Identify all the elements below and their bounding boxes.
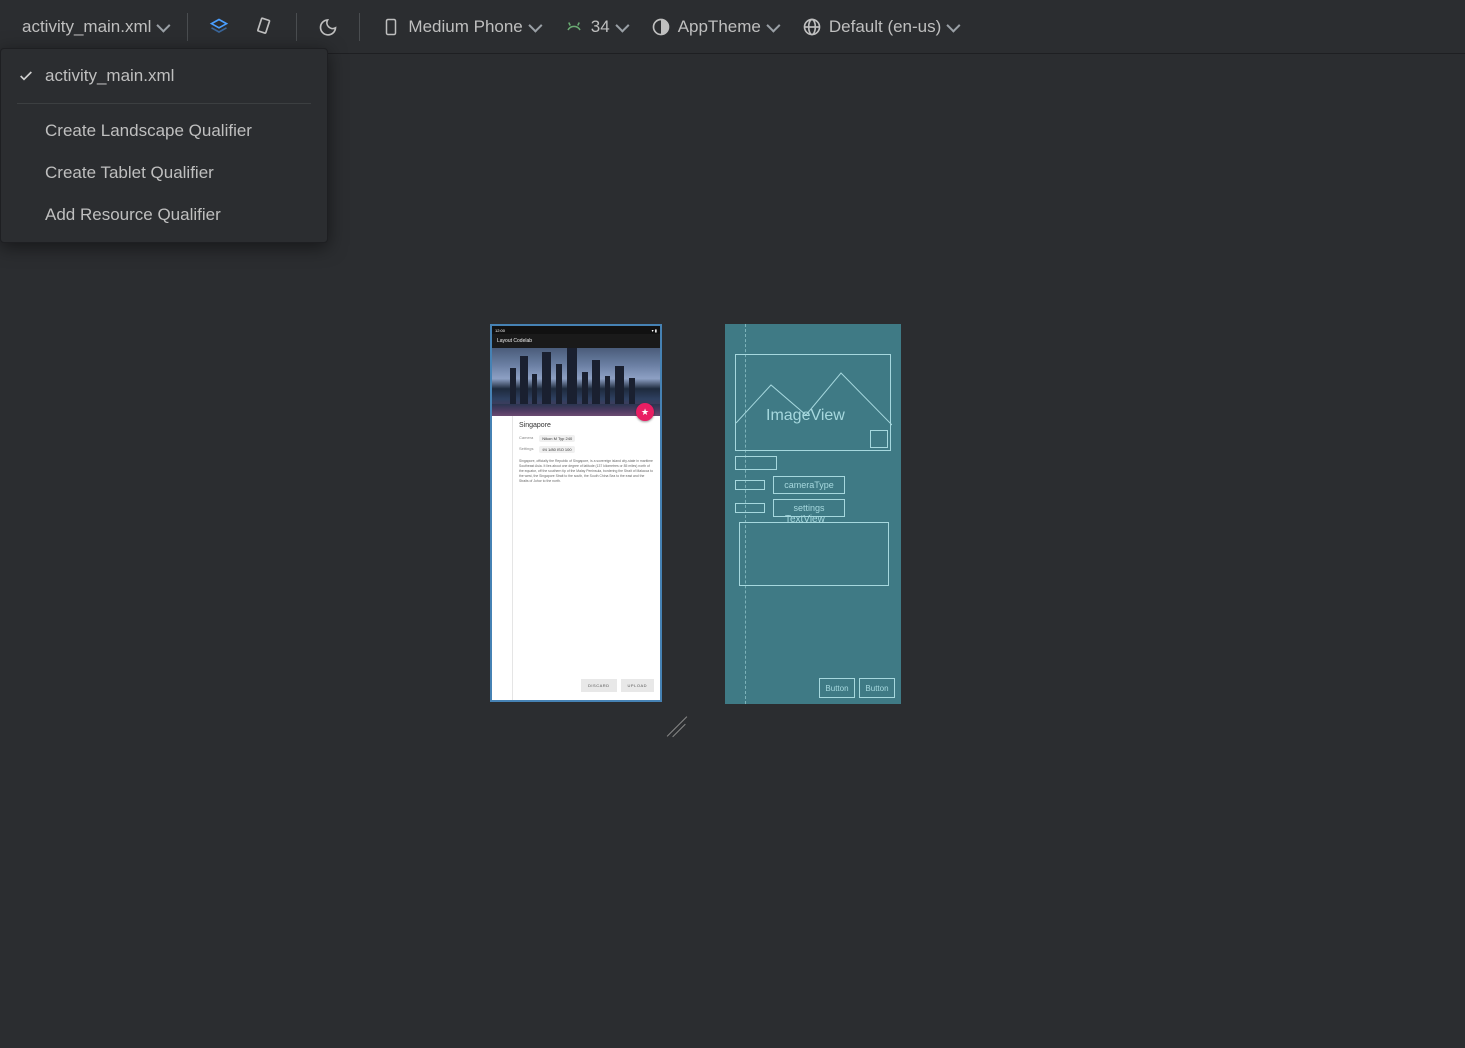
bp-corner-marker xyxy=(870,430,888,448)
bp-textview[interactable] xyxy=(739,522,889,586)
settings-label: Settings xyxy=(519,446,533,453)
device-selector[interactable]: Medium Phone xyxy=(370,9,548,45)
button-row: DISCARD UPLOAD xyxy=(581,679,654,692)
upload-button[interactable]: UPLOAD xyxy=(621,679,654,692)
app-bar: Layout Codelab xyxy=(492,334,660,348)
phone-icon xyxy=(380,16,402,38)
dropdown-item-tablet[interactable]: Create Tablet Qualifier xyxy=(1,152,327,194)
device-label: Medium Phone xyxy=(408,17,522,37)
title-text: Singapore xyxy=(519,422,654,429)
file-config-dropdown: activity_main.xml Create Landscape Quali… xyxy=(0,48,328,243)
api-label: 34 xyxy=(591,17,610,37)
check-icon xyxy=(17,68,35,84)
separator xyxy=(296,13,297,41)
status-time: 12:00 xyxy=(495,328,505,333)
rotate-icon xyxy=(254,16,276,38)
chevron-down-icon xyxy=(615,18,629,32)
api-selector[interactable]: 34 xyxy=(553,9,636,45)
status-icons: ▾ ▮ xyxy=(652,328,657,333)
theme-label: AppTheme xyxy=(678,17,761,37)
night-mode-toggle[interactable] xyxy=(307,9,349,45)
theme-icon xyxy=(650,16,672,38)
bp-cameratype-label: cameraType xyxy=(784,480,834,490)
bp-settings-label-text: settings xyxy=(793,503,824,513)
file-config-selector[interactable]: activity_main.xml xyxy=(12,9,177,45)
chevron-down-icon xyxy=(528,18,542,32)
bp-camera-type[interactable]: cameraType xyxy=(773,476,845,494)
bp-imageview-label: ImageView xyxy=(766,407,845,425)
moon-icon xyxy=(317,16,339,38)
dropdown-label: Create Landscape Qualifier xyxy=(45,121,252,141)
android-icon xyxy=(563,16,585,38)
status-bar: 12:00 ▾ ▮ xyxy=(492,326,660,334)
dropdown-selected-label: activity_main.xml xyxy=(45,66,174,86)
locale-label: Default (en-us) xyxy=(829,17,941,37)
layers-icon xyxy=(208,16,230,38)
dropdown-item-current-file[interactable]: activity_main.xml xyxy=(1,55,327,97)
bp-button-right-label: Button xyxy=(865,684,888,693)
app-bar-title: Layout Codelab xyxy=(497,338,532,344)
camera-row: Camera Nikon M Typ 240 xyxy=(519,435,654,442)
chevron-down-icon xyxy=(947,18,961,32)
globe-icon xyxy=(801,16,823,38)
separator xyxy=(359,13,360,41)
device-preview[interactable]: 12:00 ▾ ▮ Layout Codelab ★ Singapore xyxy=(490,324,662,702)
camera-value: Nikon M Typ 240 xyxy=(539,435,575,442)
bp-title-box[interactable] xyxy=(735,456,777,470)
hero-image xyxy=(492,348,660,416)
blueprint-preview[interactable]: ImageView cameraType settings TextView B… xyxy=(725,324,901,704)
bp-camera-label[interactable] xyxy=(735,480,765,490)
bp-imageview[interactable]: ImageView xyxy=(735,354,891,451)
discard-button[interactable]: DISCARD xyxy=(581,679,617,692)
design-toolbar: activity_main.xml Medium Phone 34 xyxy=(0,0,1465,54)
resize-handle[interactable] xyxy=(665,714,689,738)
dropdown-item-landscape[interactable]: Create Landscape Qualifier xyxy=(1,110,327,152)
bp-settings-label[interactable] xyxy=(735,503,765,513)
star-icon: ★ xyxy=(641,407,649,418)
file-name-label: activity_main.xml xyxy=(22,17,151,37)
chevron-down-icon xyxy=(766,18,780,32)
settings-value: f/4 1/80 ISO 100 xyxy=(539,446,574,453)
separator xyxy=(17,103,311,104)
design-surface-toggle[interactable] xyxy=(198,9,240,45)
dropdown-label: Add Resource Qualifier xyxy=(45,205,221,225)
dropdown-item-add-qualifier[interactable]: Add Resource Qualifier xyxy=(1,194,327,236)
camera-label: Camera xyxy=(519,435,533,442)
fab-favorite[interactable]: ★ xyxy=(636,403,654,421)
locale-selector[interactable]: Default (en-us) xyxy=(791,9,967,45)
dropdown-label: Create Tablet Qualifier xyxy=(45,163,214,183)
theme-selector[interactable]: AppTheme xyxy=(640,9,787,45)
bp-button-right[interactable]: Button xyxy=(859,678,895,698)
content-body: ★ Singapore Camera Nikon M Typ 240 Setti… xyxy=(512,416,660,700)
separator xyxy=(187,13,188,41)
bp-button-left[interactable]: Button xyxy=(819,678,855,698)
description-text: Singapore, officially the Republic of Si… xyxy=(519,459,654,485)
settings-row: Settings f/4 1/80 ISO 100 xyxy=(519,446,654,453)
bp-button-left-label: Button xyxy=(825,684,848,693)
orientation-toggle[interactable] xyxy=(244,9,286,45)
chevron-down-icon xyxy=(157,18,171,32)
